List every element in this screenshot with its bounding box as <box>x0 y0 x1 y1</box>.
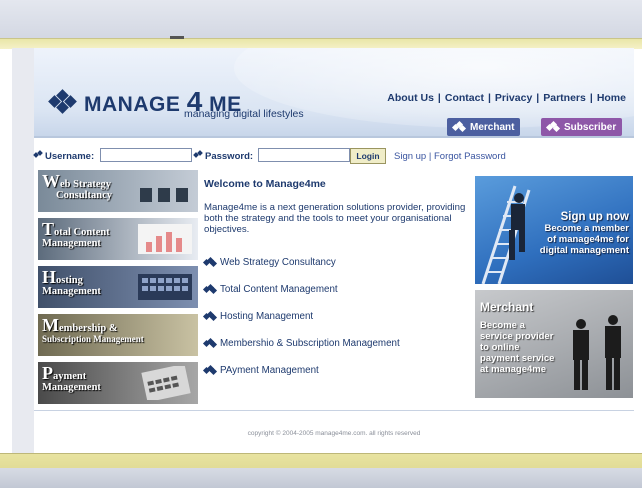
chart-image-icon <box>138 224 192 254</box>
service-link[interactable]: PAyment Management <box>202 357 474 384</box>
username-input[interactable] <box>100 148 192 162</box>
signup-promo-heading: Sign up now <box>560 211 629 223</box>
login-link-separator: | <box>428 151 432 162</box>
subscriber-button-label: Subscriber <box>564 121 617 133</box>
password-input[interactable] <box>258 148 350 162</box>
sidebar-item-hosting[interactable]: Hosting Management <box>38 266 198 308</box>
merchant-icon <box>451 120 467 133</box>
sidebar-item-content-management[interactable]: Total Content Management <box>38 218 198 260</box>
nav-contact[interactable]: Contact <box>445 92 484 104</box>
nav-about-us[interactable]: About Us <box>387 92 434 104</box>
sidebar-item-web-strategy[interactable]: Web Strategy Consultancy <box>38 170 198 212</box>
nav-partners[interactable]: Partners <box>543 92 586 104</box>
service-link-label: Hosting Management <box>220 311 314 322</box>
subscriber-icon <box>545 120 561 133</box>
password-label: Password: <box>193 150 254 162</box>
footer-divider <box>34 410 634 411</box>
sidebar-item-membership[interactable]: Membership & Subscription Management <box>38 314 198 356</box>
sidebar-item-label: Membership & Subscription Management <box>42 315 144 344</box>
bullet-diamonds-icon <box>202 256 218 268</box>
signup-promo-banner[interactable]: Sign up now Become a member of manage4me… <box>475 176 633 284</box>
page-title: Welcome to Manage4me <box>204 178 326 190</box>
forgot-password-link[interactable]: Forgot Password <box>434 151 506 162</box>
merchant-button[interactable]: Merchant <box>447 118 521 136</box>
bullet-diamonds-icon <box>202 283 218 295</box>
nav-separator: | <box>589 92 593 104</box>
taskbar <box>0 468 642 488</box>
businessmen-image-icon <box>573 315 621 390</box>
logo-word-manage: MANAGE <box>84 93 181 116</box>
login-button[interactable]: Login <box>350 148 386 164</box>
signup-promo-body: Become a member of manage4me for digital… <box>539 223 629 256</box>
service-link-label: Membershio & Subscription Management <box>220 338 400 349</box>
sidebar-item-label: Total Content Management <box>42 219 110 249</box>
service-link[interactable]: Web Strategy Consultancy <box>202 249 474 276</box>
merchant-button-label: Merchant <box>470 121 515 133</box>
logo-diamonds-icon <box>48 89 80 114</box>
top-navigation: About Us | Contact | Privacy | Partners | Home <box>387 92 626 104</box>
sidebar-item-label: Payment Management <box>42 363 101 393</box>
footer-copyright: copyright © 2004-2005 manage4me.com. all… <box>247 430 421 437</box>
service-link-label: Web Strategy Consultancy <box>220 257 336 268</box>
nav-separator: | <box>487 92 491 104</box>
password-label-text: Password: <box>205 151 254 162</box>
bullet-diamonds-icon <box>202 364 218 376</box>
bullet-diamonds-icon <box>202 310 218 322</box>
service-link-label: PAyment Management <box>220 365 319 376</box>
browser-status-bar <box>0 453 642 488</box>
sidebar-item-label: Hosting Management <box>42 267 101 297</box>
bullet-diamonds-icon <box>202 337 218 349</box>
site-header: MANAGE 4 ME managing digital lifestyles … <box>34 48 634 138</box>
password-icon <box>193 150 203 159</box>
nav-privacy[interactable]: Privacy <box>495 92 532 104</box>
merchant-promo-heading: Merchant <box>480 300 534 314</box>
ladder-climber-image-icon <box>481 185 531 284</box>
main-content: Welcome to Manage4me Manage4me is a next… <box>202 178 474 384</box>
subscriber-button[interactable]: Subscriber <box>541 118 623 136</box>
merchant-promo-banner[interactable]: Merchant Become a service provider to on… <box>475 290 633 398</box>
sidebar-item-label: Web Strategy Consultancy <box>42 171 113 201</box>
merchant-promo-body: Become a service provider to online paym… <box>480 320 555 375</box>
username-label: Username: <box>33 150 95 162</box>
tagline: managing digital lifestyles <box>184 108 304 120</box>
signup-promo-text: Sign up now Become a member of manage4me… <box>537 211 629 256</box>
service-link[interactable]: Membershio & Subscription Management <box>202 330 474 357</box>
signup-link[interactable]: Sign up <box>394 151 426 162</box>
intro-text: Manage4me is a next generation solutions… <box>204 202 466 235</box>
service-link[interactable]: Total Content Management <box>202 276 474 303</box>
username-label-text: Username: <box>45 151 95 162</box>
nav-home[interactable]: Home <box>597 92 626 104</box>
nav-separator: | <box>437 92 441 104</box>
service-sidebar: Web Strategy Consultancy Total Content Man… <box>38 170 198 410</box>
service-link-label: Total Content Management <box>220 284 338 295</box>
login-links: Sign up | Forgot Password <box>394 151 506 162</box>
browser-left-frame <box>12 48 35 453</box>
calculator-image-icon <box>141 366 191 400</box>
username-icon <box>33 150 43 159</box>
sidebar-item-payment[interactable]: Payment Management <box>38 362 198 404</box>
chairs-image-icon <box>140 188 188 202</box>
tab-indicator <box>170 36 184 39</box>
service-link[interactable]: Hosting Management <box>202 303 474 330</box>
browser-toolbar <box>0 0 642 49</box>
nav-separator: | <box>536 92 540 104</box>
login-bar: Username: Password: Login Sign up | Forg… <box>33 148 634 166</box>
web-page: MANAGE 4 ME managing digital lifestyles … <box>33 48 634 453</box>
keyboard-image-icon <box>138 274 192 300</box>
